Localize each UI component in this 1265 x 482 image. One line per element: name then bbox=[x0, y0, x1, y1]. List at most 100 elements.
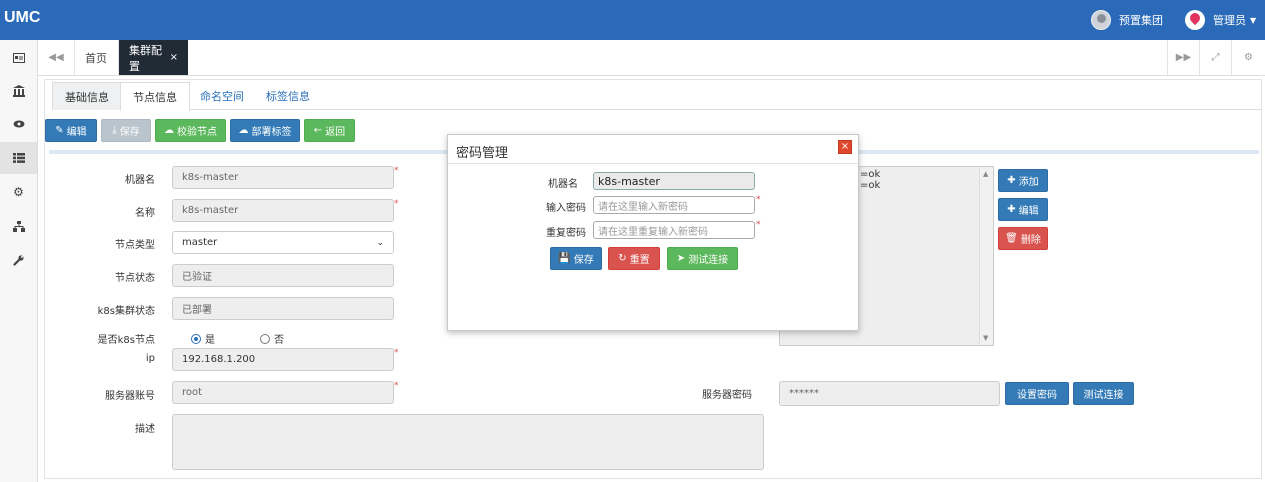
new-password-placeholder: 请在这里输入新密码 bbox=[598, 201, 688, 213]
tabs-scroll-left-button[interactable]: ◀◀ bbox=[38, 40, 75, 75]
is-k8s-no-radio[interactable]: 否 bbox=[260, 331, 284, 346]
floppy-icon: 💾 bbox=[558, 253, 571, 264]
delete-label-button-label: 删除 bbox=[1020, 235, 1041, 246]
node-status-field[interactable]: 已验证 bbox=[172, 264, 394, 287]
edit-button-label: 编辑 bbox=[66, 127, 87, 138]
sidebar-item-list[interactable] bbox=[0, 142, 37, 174]
name-label: 名称 bbox=[135, 208, 155, 219]
caret-down-icon: ▼ bbox=[1250, 15, 1257, 25]
trash-icon: 🗑 bbox=[1005, 233, 1018, 244]
node-type-value: master bbox=[182, 237, 218, 248]
node-type-label: 节点类型 bbox=[115, 240, 155, 251]
org-avatar-icon bbox=[1091, 10, 1111, 30]
k8s-status-label: k8s集群状态 bbox=[97, 306, 155, 317]
fullscreen-button[interactable]: ⤢ bbox=[1199, 40, 1231, 75]
node-status-label: 节点状态 bbox=[115, 273, 155, 284]
bank-icon bbox=[12, 85, 25, 97]
save-button-label: 保存 bbox=[119, 127, 140, 138]
modal-title: 密码管理 bbox=[456, 146, 509, 161]
list-icon bbox=[12, 153, 25, 163]
tab-cluster-config[interactable]: 集群配置 × bbox=[119, 40, 188, 75]
subtab-basic-info[interactable]: 基础信息 bbox=[52, 82, 122, 110]
k8s-status-field[interactable]: 已部署 bbox=[172, 297, 394, 320]
plus-icon: ✚ bbox=[1007, 204, 1016, 215]
account-field[interactable]: root bbox=[172, 381, 394, 404]
edit-button[interactable]: ✎ 编辑 bbox=[45, 119, 97, 142]
description-textarea[interactable] bbox=[172, 414, 764, 470]
sidebar-item-organization[interactable] bbox=[0, 210, 37, 242]
app-logo[interactable]: UMC bbox=[4, 9, 40, 27]
scroll-down-icon: ▼ bbox=[983, 334, 989, 342]
plus-icon: ✚ bbox=[1007, 175, 1016, 186]
subtab-node-info-label: 节点信息 bbox=[133, 90, 177, 104]
deploy-label-button[interactable]: ☁ 部署标签 bbox=[230, 119, 300, 142]
save-button[interactable]: ⤓ 保存 bbox=[101, 119, 151, 142]
delete-label-button[interactable]: 🗑 删除 bbox=[998, 227, 1048, 250]
subtab-node-info[interactable]: 节点信息 bbox=[120, 82, 190, 111]
org-name: 预置集团 bbox=[1119, 14, 1163, 27]
node-type-select[interactable]: master ⌄ bbox=[172, 231, 394, 254]
modal-repeat-label: 重复密码 bbox=[546, 228, 586, 239]
hostname-field[interactable]: k8s-master bbox=[172, 166, 394, 189]
sidebar-item-dashboard[interactable] bbox=[0, 42, 37, 74]
modal-hostname-field[interactable]: k8s-master bbox=[593, 172, 755, 190]
subtab-label-info[interactable]: 标签信息 bbox=[254, 82, 322, 110]
test-connection-button[interactable]: 测试连接 bbox=[1073, 382, 1134, 405]
subtab-namespace[interactable]: 命名空间 bbox=[188, 82, 256, 110]
org-switcher[interactable]: 预置集团 bbox=[1091, 10, 1163, 30]
back-button-label: 返回 bbox=[325, 127, 346, 138]
password-required-mark: * bbox=[756, 195, 761, 205]
is-k8s-yes-label: 是 bbox=[205, 335, 215, 346]
scroll-up-icon: ▲ bbox=[983, 170, 989, 178]
icon-sidebar: ⚙ bbox=[0, 40, 38, 482]
cloud-icon: ☁ bbox=[164, 125, 174, 136]
modal-test-label: 测试连接 bbox=[688, 255, 729, 266]
ip-required-mark: * bbox=[394, 348, 399, 358]
name-field[interactable]: k8s-master bbox=[172, 199, 394, 222]
close-icon[interactable]: × bbox=[838, 140, 852, 154]
repeat-password-input[interactable]: 请在这里重复输入新密码 bbox=[593, 221, 755, 239]
card-icon bbox=[12, 53, 25, 63]
sidebar-item-tools[interactable] bbox=[0, 244, 37, 276]
wrench-icon bbox=[13, 254, 24, 266]
back-button[interactable]: ← 返回 bbox=[304, 119, 355, 142]
modal-header: 密码管理 × bbox=[448, 135, 858, 164]
set-password-button[interactable]: 设置密码 bbox=[1005, 382, 1069, 405]
verify-node-button[interactable]: ☁ 校验节点 bbox=[155, 119, 226, 142]
sidebar-item-monitor[interactable] bbox=[0, 108, 37, 140]
tab-home-label: 首页 bbox=[85, 51, 107, 65]
eye-icon bbox=[13, 120, 24, 128]
chevron-down-icon: ⌄ bbox=[376, 237, 384, 248]
deploy-label-button-label: 部署标签 bbox=[251, 127, 292, 138]
subtab-basic-info-label: 基础信息 bbox=[65, 90, 109, 104]
tab-close-icon[interactable]: × bbox=[170, 52, 178, 63]
pencil-square-icon: ✎ bbox=[55, 125, 64, 136]
sidebar-item-institution[interactable] bbox=[0, 75, 37, 107]
modal-reset-button[interactable]: ↻ 重置 bbox=[608, 247, 660, 270]
user-menu[interactable]: 管理员 ▼ bbox=[1185, 10, 1256, 30]
tab-home[interactable]: 首页 bbox=[75, 40, 119, 75]
cloud-icon: ☁ bbox=[238, 125, 249, 136]
tab-strip: ◀◀ 首页 集群配置 × ▶▶ ⤢ ⚙ bbox=[38, 40, 1265, 76]
tab-options-button[interactable]: ⚙ bbox=[1231, 40, 1265, 75]
refresh-icon: ↻ bbox=[618, 253, 627, 264]
add-label-button[interactable]: ✚ 添加 bbox=[998, 169, 1048, 192]
user-avatar-icon bbox=[1185, 10, 1205, 30]
is-k8s-yes-radio[interactable]: 是 bbox=[191, 331, 215, 346]
backward-icon: ◀◀ bbox=[48, 52, 64, 63]
new-password-input[interactable]: 请在这里输入新密码 bbox=[593, 196, 755, 214]
ip-label: ip bbox=[145, 353, 155, 364]
server-password-field[interactable]: ****** bbox=[779, 381, 1000, 406]
tab-cluster-config-label: 集群配置 bbox=[129, 43, 162, 73]
set-password-button-label: 设置密码 bbox=[1017, 390, 1057, 401]
edit-label-button[interactable]: ✚ 编辑 bbox=[998, 198, 1048, 221]
tabs-scroll-right-button[interactable]: ▶▶ bbox=[1167, 40, 1199, 75]
ip-field[interactable]: 192.168.1.200 bbox=[172, 348, 394, 371]
listbox-scrollbar[interactable]: ▲ ▼ bbox=[979, 167, 993, 345]
radio-unchecked-icon bbox=[260, 333, 270, 344]
test-connection-button-label: 测试连接 bbox=[1083, 390, 1124, 401]
modal-save-button[interactable]: 💾 保存 bbox=[550, 247, 602, 270]
modal-test-button[interactable]: ➤ 测试连接 bbox=[667, 247, 738, 270]
sidebar-item-settings[interactable]: ⚙ bbox=[0, 176, 37, 208]
sub-tabs: 基础信息 节点信息 命名空间 标签信息 bbox=[52, 82, 1262, 111]
